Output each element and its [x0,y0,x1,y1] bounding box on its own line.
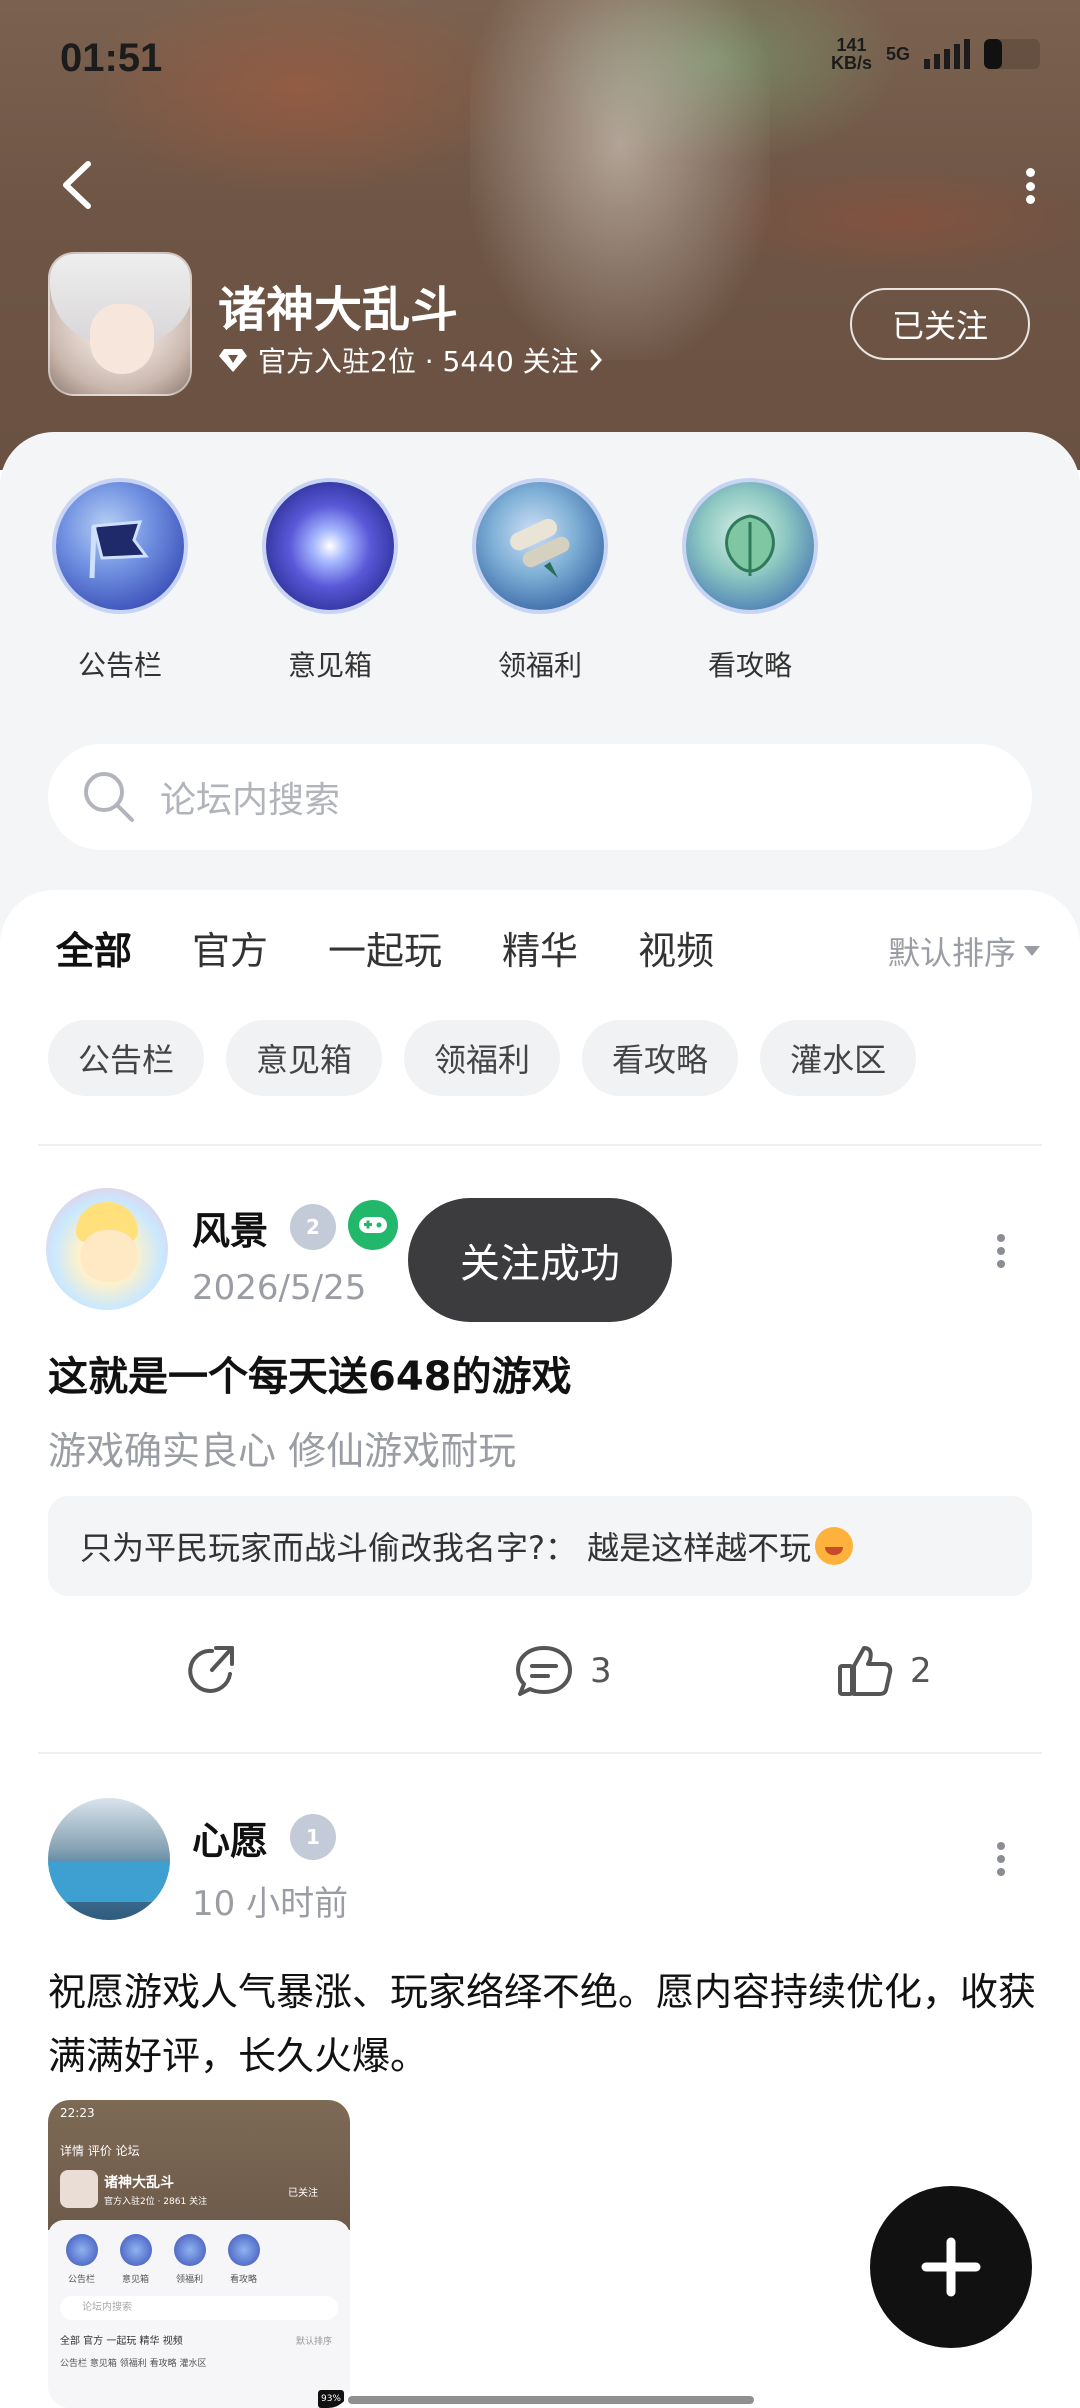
status-time: 01:51 [60,36,163,80]
network-type: 5G [885,44,910,64]
scroll-icon [476,482,604,610]
feed-tabs: 全部 官方 一起玩 精华 视频 [56,920,774,985]
announcement-flag-icon [56,482,184,610]
tab-official[interactable]: 官方 [192,920,268,975]
post-date: 10 小时前 [192,1884,349,1924]
comment-icon [516,1646,572,1696]
avatar[interactable] [48,1798,170,1920]
level-badge: 1 [290,1814,336,1860]
toast-message: 关注成功 [408,1198,672,1322]
post-image-thumbnail[interactable]: 22:23 详情 评价 论坛 诸神大乱斗 官方入驻2位 · 2861 关注 已关… [48,2100,350,2408]
post-top-comment[interactable]: 只为平民玩家而战斗偷改我名字?： 越是这样越不玩 [48,1496,1032,1596]
like-button[interactable]: 2 [836,1642,932,1700]
post-more-icon[interactable] [996,1234,1006,1268]
tab-play-together[interactable]: 一起玩 [328,920,442,975]
tab-featured[interactable]: 精华 [502,920,578,975]
chip-announcement[interactable]: 公告栏 [48,1020,205,1096]
quick-link-announcement[interactable]: 公告栏 [50,482,190,684]
back-arrow-icon[interactable] [58,160,98,210]
header-artwork [470,0,770,360]
status-icons: 141 KB/s 5G [831,36,1040,72]
more-options-icon[interactable] [1024,168,1036,204]
chip-chat[interactable]: 灌水区 [760,1020,917,1096]
post-title[interactable]: 这就是一个每天送648的游戏 [48,1344,572,1402]
game-meta[interactable]: 官方入驻2位 · 5440 关注 [218,340,603,380]
divider [38,1144,1042,1146]
post-actions: 3 2 [0,1642,1080,1712]
level-badge: 2 [290,1204,336,1250]
divider [38,1752,1042,1754]
comment-button[interactable]: 3 [514,1642,612,1700]
battery-icon [984,39,1040,69]
game-avatar[interactable] [48,252,192,396]
gamepad-badge-icon [348,1200,398,1250]
search-icon [84,772,134,822]
post-username[interactable]: 风景 [192,1200,268,1255]
search-placeholder: 论坛内搜索 [160,780,341,821]
follow-button[interactable]: 已关注 [850,288,1030,360]
share-icon [188,1646,234,1693]
post-more-icon[interactable] [996,1842,1006,1876]
caret-down-icon [1024,946,1040,956]
chip-rewards[interactable]: 领福利 [404,1020,561,1096]
comment-count: 3 [590,1651,612,1691]
plus-icon [921,2237,981,2297]
chip-feedback[interactable]: 意见箱 [226,1020,383,1096]
thumbs-up-icon [838,1646,893,1696]
jade-leaf-icon [686,482,814,610]
post-username[interactable]: 心愿 [192,1810,268,1865]
create-post-button[interactable] [864,2180,1038,2354]
quick-link-feedback[interactable]: 意见箱 [260,482,400,684]
post-date: 2026/5/25 [192,1268,367,1308]
quick-link-guides[interactable]: 看攻略 [680,482,820,684]
game-name: 诸神大乱斗 [218,282,459,338]
galaxy-icon [266,482,394,610]
like-count: 2 [910,1651,932,1691]
chip-guides[interactable]: 看攻略 [582,1020,739,1096]
diamond-icon [219,349,247,372]
search-input[interactable]: 论坛内搜索 [48,744,1032,850]
net-speed: 141 KB/s [830,35,872,73]
category-chips: 公告栏 意见箱 领福利 看攻略 灌水区 [48,1020,917,1096]
home-indicator[interactable] [348,2396,754,2404]
sort-dropdown[interactable]: 默认排序 [888,928,1040,974]
avatar[interactable] [46,1188,168,1310]
chevron-right-icon [590,349,602,371]
share-button[interactable] [182,1642,240,1700]
tab-all[interactable]: 全部 [56,920,132,985]
post-body[interactable]: 祝愿游戏人气暴涨、玩家络绎不绝。愿内容持续优化，收获满满好评，长久火爆。 [48,1960,1048,2088]
quick-link-rewards[interactable]: 领福利 [470,482,610,684]
signal-icon [924,39,970,69]
emoji-icon [815,1527,854,1565]
tab-video[interactable]: 视频 [638,920,714,975]
post-body[interactable]: 游戏确实良心 修仙游戏耐玩 [48,1420,516,1475]
